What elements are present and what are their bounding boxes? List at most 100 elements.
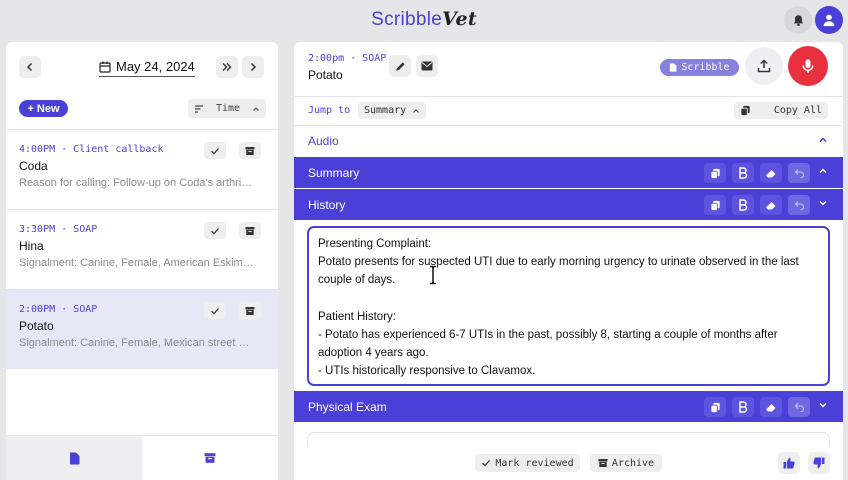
app-logo[interactable]: ScribbleVet (0, 8, 848, 31)
mail-icon (421, 61, 433, 71)
chevron-right-icon (250, 62, 257, 72)
undo-icon (794, 201, 804, 210)
archive-button[interactable] (239, 222, 261, 239)
archive-label: Archive (611, 457, 655, 469)
check-icon (482, 460, 491, 467)
history-line: - UTIs historically responsive to Clavam… (318, 365, 536, 378)
appointment-description: Signalment: Canine, Female, American Esk… (19, 257, 254, 269)
copy-icon (709, 402, 720, 413)
section-title: Physical Exam (308, 399, 387, 414)
chevron-down-icon (819, 402, 827, 408)
archive-icon (204, 453, 216, 463)
eraser-icon (766, 201, 776, 209)
history-line (318, 290, 819, 308)
plus-icon: + (27, 102, 34, 115)
copy-section-button[interactable] (704, 163, 726, 183)
tab-archived[interactable] (142, 436, 278, 480)
undo-button[interactable] (788, 195, 810, 215)
chevron-up-icon (253, 106, 259, 111)
tab-notes[interactable] (6, 436, 142, 480)
sort-icon (195, 104, 203, 113)
microphone-icon (802, 59, 814, 73)
edit-button[interactable] (389, 55, 411, 77)
section-physical-exam[interactable]: Physical Exam (294, 391, 843, 422)
appointment-time: 2:00PM · SOAP (19, 304, 98, 315)
note-time: 2:00pm · SOAP (308, 53, 387, 64)
record-button[interactable] (788, 46, 828, 86)
note-patient-name: Potato (308, 68, 343, 82)
check-icon (211, 227, 219, 234)
archive-button[interactable] (239, 142, 261, 159)
new-appointment-button[interactable]: + New (19, 100, 68, 117)
next-day-button[interactable] (242, 56, 264, 78)
bold-button[interactable] (732, 397, 754, 417)
check-icon (211, 147, 219, 154)
user-avatar-button[interactable] (815, 6, 843, 34)
bell-icon (793, 14, 803, 26)
undo-button[interactable] (788, 397, 810, 417)
chevron-up-icon (819, 168, 827, 174)
upload-icon (757, 59, 771, 73)
sort-select[interactable]: Time (188, 99, 266, 118)
archive-icon (598, 459, 608, 467)
note-footer: Mark reviewed Archive (294, 445, 843, 480)
jump-to-today-button[interactable] (216, 56, 238, 78)
mark-reviewed-button[interactable] (204, 222, 226, 239)
copy-all-button[interactable]: Copy All (734, 102, 828, 119)
left-bottom-tabs (6, 435, 278, 480)
appointment-item[interactable]: 3:30PM · SOAP Hina Signalment: Canine, F… (6, 209, 278, 289)
current-date: May 24, 2024 (116, 59, 195, 74)
eraser-button[interactable] (760, 163, 782, 183)
date-picker[interactable]: May 24, 2024 (99, 59, 195, 77)
copy-section-button[interactable] (704, 195, 726, 215)
eraser-button[interactable] (760, 195, 782, 215)
text-cursor-icon (430, 265, 436, 285)
bold-button[interactable] (732, 163, 754, 183)
appointment-description: Signalment: Canine, Female, Mexican stre… (19, 337, 250, 349)
bold-icon (739, 167, 748, 179)
mark-reviewed-button[interactable] (204, 302, 226, 319)
scribble-badge[interactable]: Scribble (660, 59, 739, 76)
appointment-item[interactable]: 4:00PM · Client callback Coda Reason for… (6, 129, 278, 209)
section-title: History (308, 197, 346, 212)
section-history[interactable]: History (294, 189, 843, 220)
email-button[interactable] (416, 55, 438, 77)
jump-to-select[interactable]: Summary (358, 102, 426, 119)
upload-button[interactable] (745, 47, 783, 85)
chevron-down-icon (819, 200, 827, 206)
appointment-item-selected[interactable]: 2:00PM · SOAP Potato Signalment: Canine,… (6, 289, 278, 369)
bold-button[interactable] (732, 195, 754, 215)
chevron-left-icon (26, 62, 33, 72)
mark-reviewed-button[interactable]: Mark reviewed (475, 454, 580, 472)
jump-to-label: Jump to (308, 105, 351, 116)
sort-label: Time (215, 103, 241, 114)
thumbs-down-button[interactable] (808, 452, 830, 474)
thumbs-up-button[interactable] (778, 452, 800, 474)
chevron-up-icon (819, 137, 827, 143)
archive-note-button[interactable]: Archive (590, 454, 662, 472)
undo-button[interactable] (788, 163, 810, 183)
section-audio[interactable]: Audio (294, 125, 843, 156)
notifications-button[interactable] (784, 6, 812, 34)
history-line: Presenting Complaint: (318, 238, 432, 250)
previous-day-button[interactable] (19, 56, 41, 78)
appointment-time: 4:00PM · Client callback (19, 144, 164, 155)
undo-icon (794, 169, 804, 178)
history-editor[interactable]: Presenting Complaint: Potato presents fo… (307, 226, 830, 386)
copy-section-button[interactable] (704, 397, 726, 417)
history-line: Patient History: (318, 310, 396, 323)
new-label: New (36, 102, 60, 115)
eraser-icon (766, 403, 776, 411)
jump-to-value: Summary (364, 105, 407, 116)
scribble-label: Scribble (681, 62, 730, 73)
appointment-patient: Potato (19, 319, 54, 333)
mark-reviewed-label: Mark reviewed (495, 457, 574, 469)
archive-button[interactable] (239, 302, 261, 319)
mark-reviewed-button[interactable] (204, 142, 226, 159)
logo-text-vet: Vet (442, 8, 477, 30)
logo-text-scribble: Scribble (371, 9, 443, 30)
section-summary[interactable]: Summary (294, 157, 843, 188)
eraser-button[interactable] (760, 397, 782, 417)
double-chevron-right-icon (222, 63, 232, 71)
undo-icon (794, 403, 804, 412)
